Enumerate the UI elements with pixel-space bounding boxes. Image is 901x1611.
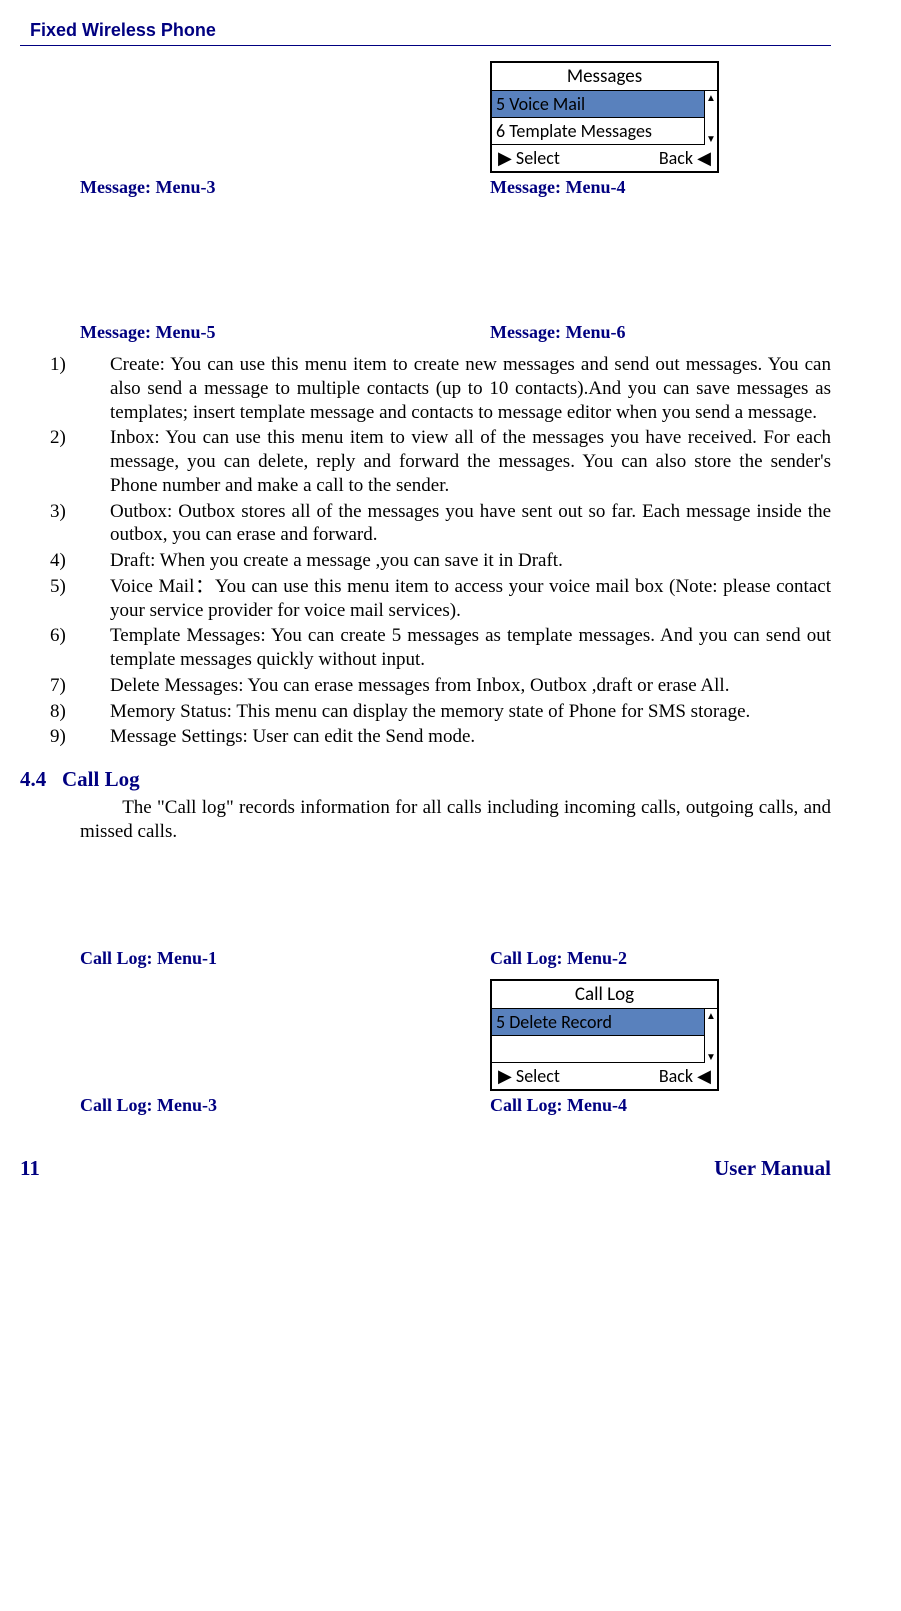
softkey-back-label: Back [659, 147, 693, 169]
list-text: Outbox: Outbox stores all of the message… [110, 501, 831, 546]
list-text: Create: You can use this menu item to cr… [110, 354, 831, 423]
list-number: 6) [80, 624, 110, 648]
softkey-select-label: Select [516, 1065, 560, 1087]
caption-calllog-menu-3: Call Log: Menu-3 [80, 1095, 490, 1116]
page-number: 11 [20, 1156, 40, 1181]
caption-msg-menu-4: Message: Menu-4 [490, 177, 625, 198]
scroll-up-icon: ▲ [705, 1009, 717, 1022]
doc-header-title: Fixed Wireless Phone [30, 20, 831, 41]
scroll-up-icon: ▲ [705, 91, 717, 104]
caption-calllog-menu-2: Call Log: Menu-2 [490, 948, 627, 969]
list-text: Voice Mail：You can use this menu item to… [110, 576, 831, 621]
list-number: 8) [80, 700, 110, 724]
list-text: Inbox: You can use this menu item to vie… [110, 427, 831, 496]
menu-item-delete-record[interactable]: 5 Delete Record [492, 1009, 704, 1036]
caption-msg-menu-3: Message: Menu-3 [80, 177, 490, 198]
list-item: 7)Delete Messages: You can erase message… [80, 674, 831, 698]
softkey-back[interactable]: Back ◀ [659, 1065, 711, 1087]
softkey-back-label: Back [659, 1065, 693, 1087]
list-item: 6)Template Messages: You can create 5 me… [80, 624, 831, 672]
header-rule [20, 45, 831, 46]
list-item: 8)Memory Status: This menu can display t… [80, 700, 831, 724]
list-text: Message Settings: User can edit the Send… [110, 726, 475, 747]
list-number: 5) [80, 575, 110, 599]
list-item: 9)Message Settings: User can edit the Se… [80, 725, 831, 749]
list-number: 2) [80, 426, 110, 450]
softkey-select[interactable]: ▶ Select [498, 147, 560, 169]
list-item: 5)Voice Mail：You can use this menu item … [80, 575, 831, 623]
phone-screen-call-log: Call Log 5 Delete Record ▲ ▼ ▶ Select Ba… [490, 979, 719, 1091]
phone-screen-messages: Messages 5 Voice Mail 6 Template Message… [490, 61, 719, 173]
section-paragraph: The "Call log" records information for a… [80, 796, 831, 844]
section-heading-call-log: 4.4Call Log [20, 767, 831, 792]
caption-calllog-menu-1: Call Log: Menu-1 [80, 948, 490, 969]
list-item: 1)Create: You can use this menu item to … [80, 353, 831, 424]
menu-item-template-messages[interactable]: 6 Template Messages [492, 118, 704, 145]
softkey-select-label: Select [516, 147, 560, 169]
list-number: 4) [80, 549, 110, 573]
list-item: 2)Inbox: You can use this menu item to v… [80, 426, 831, 497]
scrollbar[interactable]: ▲ ▼ [704, 91, 717, 145]
list-number: 1) [80, 353, 110, 377]
footer-label: User Manual [714, 1156, 831, 1181]
list-text: Memory Status: This menu can display the… [110, 701, 750, 722]
list-text: Draft: When you create a message ,you ca… [110, 550, 563, 571]
menu-item-voice-mail[interactable]: 5 Voice Mail [492, 91, 704, 118]
list-text: Template Messages: You can create 5 mess… [110, 625, 831, 670]
caption-msg-menu-6: Message: Menu-6 [490, 322, 625, 343]
caption-msg-menu-5: Message: Menu-5 [80, 322, 490, 343]
list-text: Delete Messages: You can erase messages … [110, 675, 729, 696]
scroll-down-icon: ▼ [705, 1050, 717, 1063]
phone-screen-title: Call Log [492, 981, 717, 1009]
caption-calllog-menu-4: Call Log: Menu-4 [490, 1095, 627, 1116]
section-paragraph-text: The "Call log" records information for a… [80, 797, 831, 842]
scroll-down-icon: ▼ [705, 132, 717, 145]
softkey-back[interactable]: Back ◀ [659, 147, 711, 169]
numbered-list: 1)Create: You can use this menu item to … [80, 353, 831, 749]
list-item: 4)Draft: When you create a message ,you … [80, 549, 831, 573]
list-number: 3) [80, 500, 110, 524]
list-number: 7) [80, 674, 110, 698]
softkey-select[interactable]: ▶ Select [498, 1065, 560, 1087]
list-number: 9) [80, 725, 110, 749]
section-number: 4.4 [20, 767, 62, 792]
phone-screen-title: Messages [492, 63, 717, 91]
scrollbar[interactable]: ▲ ▼ [704, 1009, 717, 1063]
menu-item-empty [492, 1036, 704, 1063]
section-title: Call Log [62, 767, 140, 791]
list-item: 3)Outbox: Outbox stores all of the messa… [80, 500, 831, 548]
